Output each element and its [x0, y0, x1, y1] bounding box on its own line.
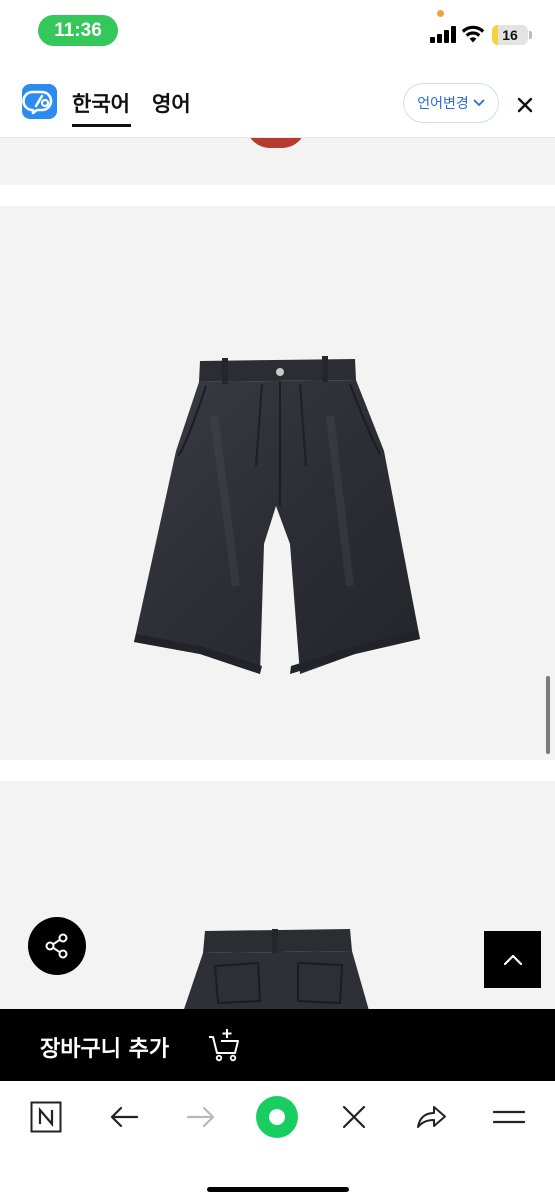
close-icon[interactable]: [512, 92, 538, 118]
share-icon: [45, 933, 68, 959]
share-button[interactable]: [28, 917, 86, 975]
add-to-cart-button[interactable]: 장바구니 추가: [0, 1009, 555, 1081]
product-image-back[interactable]: [0, 781, 555, 1009]
status-bar: 11:36 16: [0, 0, 555, 62]
status-time: 11:36: [38, 15, 118, 46]
battery-level: 16: [502, 27, 518, 43]
active-tab-indicator: [72, 124, 131, 127]
close-tab-icon[interactable]: [330, 1095, 378, 1139]
screen: 11:36 16 한국어 영어 언어변경 장바구니 추가: [0, 0, 555, 1200]
green-dot-menu-icon[interactable]: [253, 1095, 301, 1139]
add-to-cart-icon: [209, 1029, 239, 1062]
wifi-icon: [461, 25, 485, 43]
product-detail-content: [0, 138, 555, 1009]
denim-shorts-front-photo: [134, 356, 420, 674]
change-language-label: 언어변경: [417, 96, 469, 112]
menu-icon[interactable]: [485, 1095, 533, 1139]
browser-toolbar: [0, 1081, 555, 1200]
chevron-up-icon: [503, 954, 522, 965]
battery-cap: [529, 31, 532, 39]
denim-shorts-back-photo: [184, 929, 369, 1009]
back-arrow-icon[interactable]: [100, 1095, 148, 1139]
privacy-indicator-dot: [437, 10, 444, 17]
red-product-fragment: [246, 138, 306, 148]
change-language-button[interactable]: 언어변경: [403, 83, 499, 123]
product-image-previous: [0, 138, 555, 185]
chevron-down-icon: [473, 99, 485, 106]
scroll-to-top-button[interactable]: [484, 931, 541, 988]
scrollbar-thumb[interactable]: [546, 676, 550, 754]
naver-home-icon[interactable]: [22, 1095, 70, 1139]
tab-english[interactable]: 영어: [152, 88, 191, 118]
translation-bar: 한국어 영어 언어변경: [0, 62, 555, 138]
battery-icon: 16: [492, 25, 528, 45]
product-image-front[interactable]: [0, 206, 555, 760]
share-arrow-icon[interactable]: [407, 1095, 455, 1139]
forward-arrow-icon: [177, 1095, 225, 1139]
home-indicator: [207, 1187, 349, 1192]
tab-korean[interactable]: 한국어: [72, 88, 130, 118]
papago-icon[interactable]: [22, 84, 57, 119]
cellular-signal-icon: [430, 26, 456, 43]
add-to-cart-label: 장바구니 추가: [40, 1037, 170, 1062]
